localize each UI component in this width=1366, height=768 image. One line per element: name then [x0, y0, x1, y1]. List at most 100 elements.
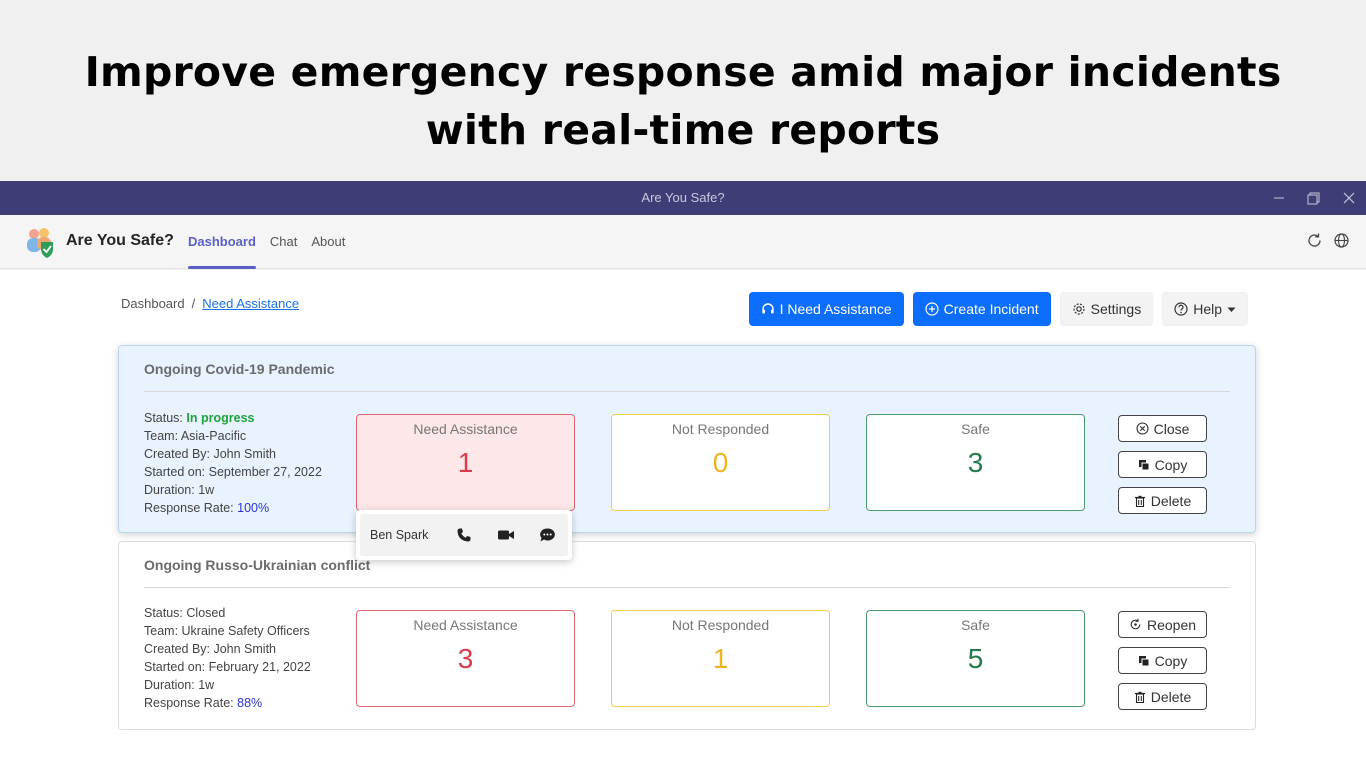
team: Team: Ukraine Safety Officers [144, 624, 310, 638]
incident-title: Ongoing Covid-19 Pandemic [144, 361, 335, 377]
app-header: Are You Safe? Dashboard Chat About [0, 215, 1366, 269]
safe-stat[interactable]: Safe 3 [866, 414, 1085, 511]
divider [144, 587, 1230, 588]
phone-icon[interactable] [444, 527, 485, 543]
created-by: Created By: John Smith [144, 642, 277, 656]
delete-incident-button[interactable]: Delete [1118, 487, 1207, 514]
response-rate-label: Response Rate: [144, 501, 234, 515]
close-incident-button[interactable]: Close [1118, 415, 1207, 442]
duration: Duration: 1w [144, 483, 215, 497]
question-circle-icon [1174, 302, 1188, 316]
response-rate-label: Response Rate: [144, 696, 234, 710]
copy-icon [1138, 655, 1150, 666]
delete-incident-button[interactable]: Delete [1118, 683, 1207, 710]
contact-popup: Ben Spark [356, 510, 572, 560]
stat-label: Not Responded [671, 617, 770, 633]
reopen-incident-button[interactable]: Reopen [1118, 611, 1207, 638]
divider [144, 391, 1230, 392]
copy-label: Copy [1154, 456, 1188, 473]
app-logo-icon [24, 225, 58, 259]
gear-icon [1073, 303, 1085, 315]
stat-label: Not Responded [671, 421, 770, 437]
restore-icon[interactable] [1296, 181, 1331, 215]
breadcrumb-separator: / [191, 296, 196, 311]
globe-icon[interactable] [1333, 232, 1350, 249]
copy-icon [1138, 459, 1150, 470]
tab-dashboard[interactable]: Dashboard [188, 215, 256, 269]
reopen-icon [1130, 618, 1141, 630]
stat-value: 1 [712, 643, 729, 674]
breadcrumb-current[interactable]: Need Assistance [202, 296, 299, 311]
stat-value: 3 [967, 447, 984, 478]
banner-headline: Improve emergency response amid major in… [0, 0, 1366, 159]
trash-icon [1134, 691, 1145, 703]
started-on: Started on: February 21, 2022 [144, 660, 311, 674]
app-header-icons [1306, 232, 1350, 249]
chat-bubble-icon[interactable] [527, 527, 568, 543]
caret-down-icon [1227, 307, 1236, 312]
need-assistance-stat[interactable]: Need Assistance 1 [356, 414, 575, 511]
copy-incident-button[interactable]: Copy [1118, 451, 1207, 478]
breadcrumb: Dashboard / Need Assistance [121, 296, 299, 311]
tab-about[interactable]: About [311, 215, 345, 269]
incident-info: Status: Closed Team: Ukraine Safety Offi… [144, 604, 311, 712]
trash-icon [1134, 495, 1145, 507]
status-value: Closed [186, 606, 226, 620]
help-label: Help [1193, 301, 1222, 317]
banner-line-1: Improve emergency response amid major in… [84, 48, 1282, 96]
promo-banner: Improve emergency response amid major in… [0, 0, 1366, 181]
reopen-label: Reopen [1146, 616, 1197, 633]
created-by: Created By: John Smith [144, 447, 277, 461]
incident-card[interactable]: Ongoing Russo-Ukrainian conflict Status:… [118, 541, 1256, 730]
need-assistance-button[interactable]: I Need Assistance [748, 292, 904, 326]
main-content: Dashboard / Need Assistance I Need Assista… [0, 270, 1366, 768]
banner-line-2: with real-time reports [425, 106, 941, 154]
stat-label: Safe [961, 617, 990, 633]
minimize-icon[interactable] [1261, 181, 1296, 215]
close-window-icon[interactable] [1331, 181, 1366, 215]
need-assistance-stat[interactable]: Need Assistance 3 [356, 610, 575, 707]
team: Team: Asia-Pacific [144, 429, 247, 443]
stat-label: Safe [961, 421, 990, 437]
help-button[interactable]: Help [1162, 292, 1248, 326]
response-rate-value: 100% [237, 501, 270, 515]
headset-icon [761, 303, 774, 314]
refresh-icon[interactable] [1306, 232, 1323, 249]
started-on: Started on: September 27, 2022 [144, 465, 322, 479]
not-responded-stat[interactable]: Not Responded 1 [611, 610, 830, 707]
copy-incident-button[interactable]: Copy [1118, 647, 1207, 674]
app-nav: Dashboard Chat About [188, 215, 359, 269]
status-label: Status: [144, 411, 183, 425]
settings-button[interactable]: Settings [1059, 292, 1154, 326]
plus-circle-icon [925, 302, 939, 316]
safe-stat[interactable]: Safe 5 [866, 610, 1085, 707]
window-title: Are You Safe? [641, 190, 725, 205]
settings-label: Settings [1090, 301, 1142, 317]
create-incident-button[interactable]: Create Incident [912, 292, 1051, 326]
status-value: In progress [186, 411, 255, 425]
stat-label: Need Assistance [413, 617, 518, 633]
incident-title: Ongoing Russo-Ukrainian conflict [144, 557, 371, 573]
stat-value: 5 [967, 643, 984, 674]
response-rate-value: 88% [237, 696, 263, 710]
app-name: Are You Safe? [66, 232, 174, 249]
status-label: Status: [144, 606, 183, 620]
contact-row: Ben Spark [360, 514, 568, 556]
incident-actions: Reopen Copy Delete [1118, 611, 1207, 710]
incident-card[interactable]: Ongoing Covid-19 Pandemic Status: In pro… [118, 345, 1256, 533]
create-incident-label: Create Incident [943, 301, 1039, 317]
video-call-icon[interactable] [485, 528, 526, 542]
incident-info: Status: In progress Team: Asia-Pacific C… [144, 409, 322, 517]
close-label: Close [1153, 420, 1190, 437]
breadcrumb-root[interactable]: Dashboard [121, 296, 185, 311]
window-titlebar: Are You Safe? [0, 181, 1366, 215]
copy-label: Copy [1154, 652, 1188, 669]
incident-actions: Close Copy Delete [1118, 415, 1207, 514]
tab-chat[interactable]: Chat [270, 215, 297, 269]
stat-label: Need Assistance [413, 421, 518, 437]
contact-name: Ben Spark [370, 528, 429, 542]
need-assistance-label: I Need Assistance [779, 301, 892, 317]
duration: Duration: 1w [144, 678, 215, 692]
stat-value: 3 [457, 643, 474, 674]
not-responded-stat[interactable]: Not Responded 0 [611, 414, 830, 511]
